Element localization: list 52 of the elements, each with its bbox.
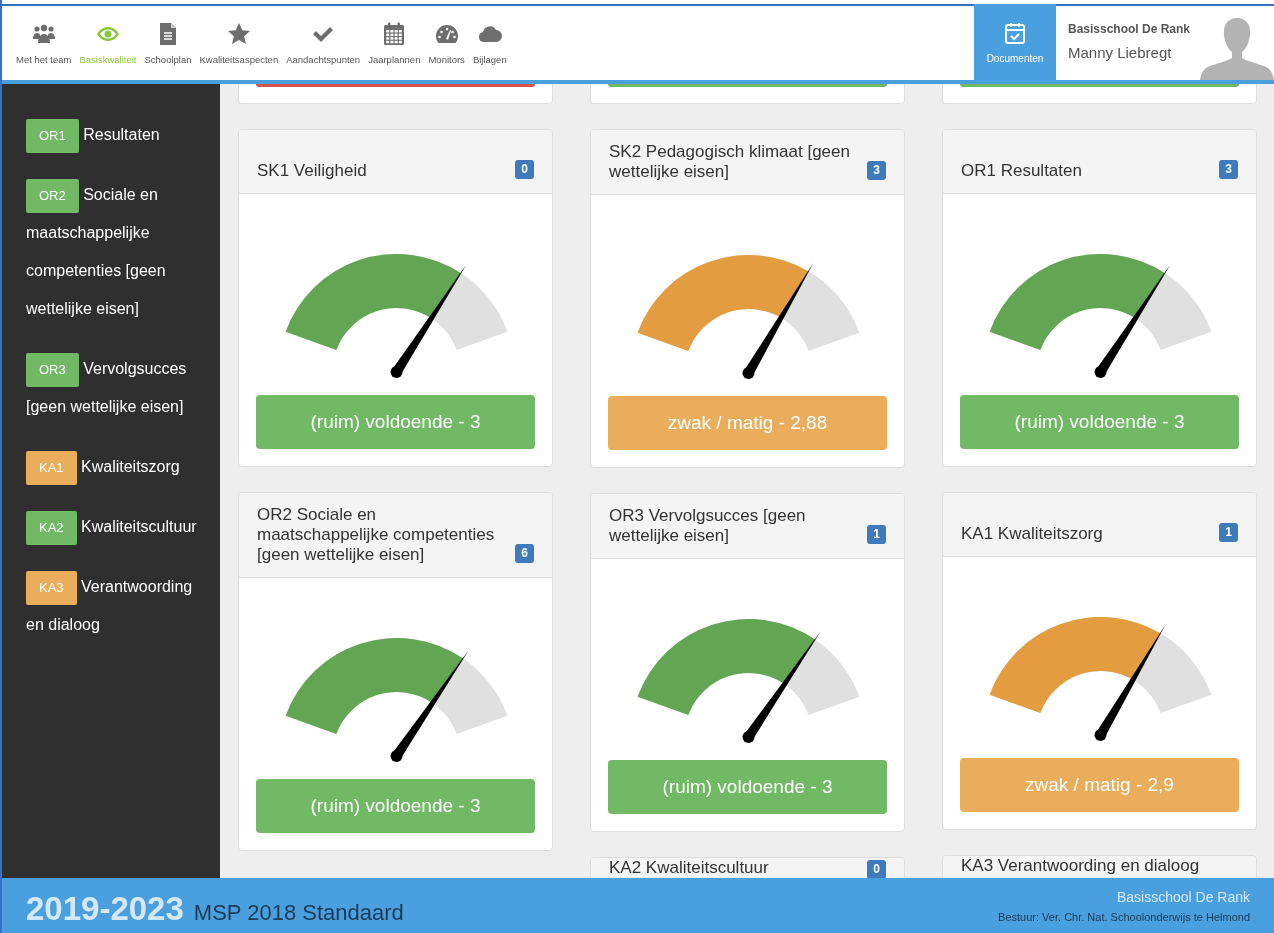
people-icon bbox=[31, 22, 56, 46]
standard-title: MSP 2018 Standaard bbox=[193, 899, 404, 926]
result-label: zwak / matig - 2,9 bbox=[960, 758, 1239, 812]
speedometer-icon bbox=[434, 22, 459, 46]
nav-tab[interactable]: Aandachtspunten bbox=[282, 18, 365, 68]
nav-tab[interactable]: Monitors bbox=[424, 18, 469, 68]
sidebar-item[interactable]: OR1 Resultaten bbox=[26, 116, 202, 154]
result-label: (ruim) voldoende - 3 bbox=[256, 779, 535, 833]
avatar-silhouette-icon bbox=[1200, 16, 1274, 80]
school-name: Basisschool De Rank bbox=[1116, 888, 1250, 905]
user-name: Manny Liebregt bbox=[1068, 44, 1173, 61]
result-label: (ruim) voldoende - 3 bbox=[608, 760, 887, 814]
code-badge: KA2 bbox=[26, 510, 77, 545]
code-badge: OR1 bbox=[26, 118, 79, 153]
sidebar-item[interactable]: KA1 Kwaliteitszorg bbox=[26, 448, 202, 486]
card-title: OR2 Sociale en maatschappelijke competenties [geen wettelijke eisen] bbox=[257, 505, 496, 565]
sidebar-item[interactable]: OR3 Vervolgsucces [geen wettelijke eisen] bbox=[26, 350, 202, 426]
star-icon bbox=[226, 22, 251, 46]
card-title: KA2 Kwaliteitscultuur bbox=[609, 858, 770, 877]
count-badge: 3 bbox=[1219, 160, 1238, 179]
nav-tab[interactable]: Kwaliteitsaspecten bbox=[195, 18, 283, 68]
result-label: (ruim) voldoende - 3 bbox=[256, 395, 535, 449]
count-badge: 1 bbox=[867, 525, 886, 544]
card-title: KA3 Verantwoording en dialoog bbox=[961, 856, 1201, 875]
code-badge: OR3 bbox=[26, 352, 79, 387]
period-title: 2019-2023 bbox=[26, 889, 184, 928]
card-title: OR3 Vervolgsucces [geen wettelijke eisen] bbox=[609, 506, 807, 546]
count-badge: 0 bbox=[867, 860, 886, 878]
board-text: Bestuur: Ver. Chr. Nat. Schoolonderwijs te Helmond bbox=[998, 910, 1250, 923]
count-badge: 0 bbox=[515, 160, 534, 179]
sidebar-item[interactable]: OR2 Sociale en maatschappelijke competenties [geen wettelijke eisen] bbox=[26, 176, 202, 328]
sidebar-item[interactable]: KA3 Verantwoording en dialoog bbox=[26, 568, 202, 644]
count-badge: 3 bbox=[867, 161, 886, 180]
school-name: Basisschool De Rank bbox=[1068, 22, 1191, 36]
nav-tab[interactable]: Jaarplannen bbox=[364, 18, 425, 68]
calendar-check-icon bbox=[1003, 20, 1027, 45]
code-badge: KA1 bbox=[26, 450, 77, 485]
count-badge: 6 bbox=[515, 544, 534, 563]
card-title: SK2 Pedagogisch klimaat [geen wettelijke eisen] bbox=[609, 142, 851, 182]
calendar-icon bbox=[382, 22, 407, 46]
code-badge: KA3 bbox=[26, 570, 77, 605]
card-title: SK1 Veiligheid bbox=[257, 161, 368, 181]
card-title: OR1 Resultaten bbox=[961, 161, 1083, 181]
nav-tab[interactable]: Schoolplan bbox=[140, 18, 196, 68]
result-label: (ruim) voldoende - 3 bbox=[960, 395, 1239, 449]
sidebar-item[interactable]: KA2 Kwaliteitscultuur bbox=[26, 508, 202, 546]
nav-tab[interactable]: Met het team bbox=[12, 18, 76, 68]
result-label: zwak / matig - 2,88 bbox=[608, 396, 887, 450]
count-badge: 1 bbox=[1219, 523, 1238, 542]
code-badge: OR2 bbox=[26, 178, 79, 213]
card-title: KA1 Kwaliteitszorg bbox=[961, 524, 1104, 544]
nav-tab[interactable]: Bijlagen bbox=[468, 18, 511, 68]
